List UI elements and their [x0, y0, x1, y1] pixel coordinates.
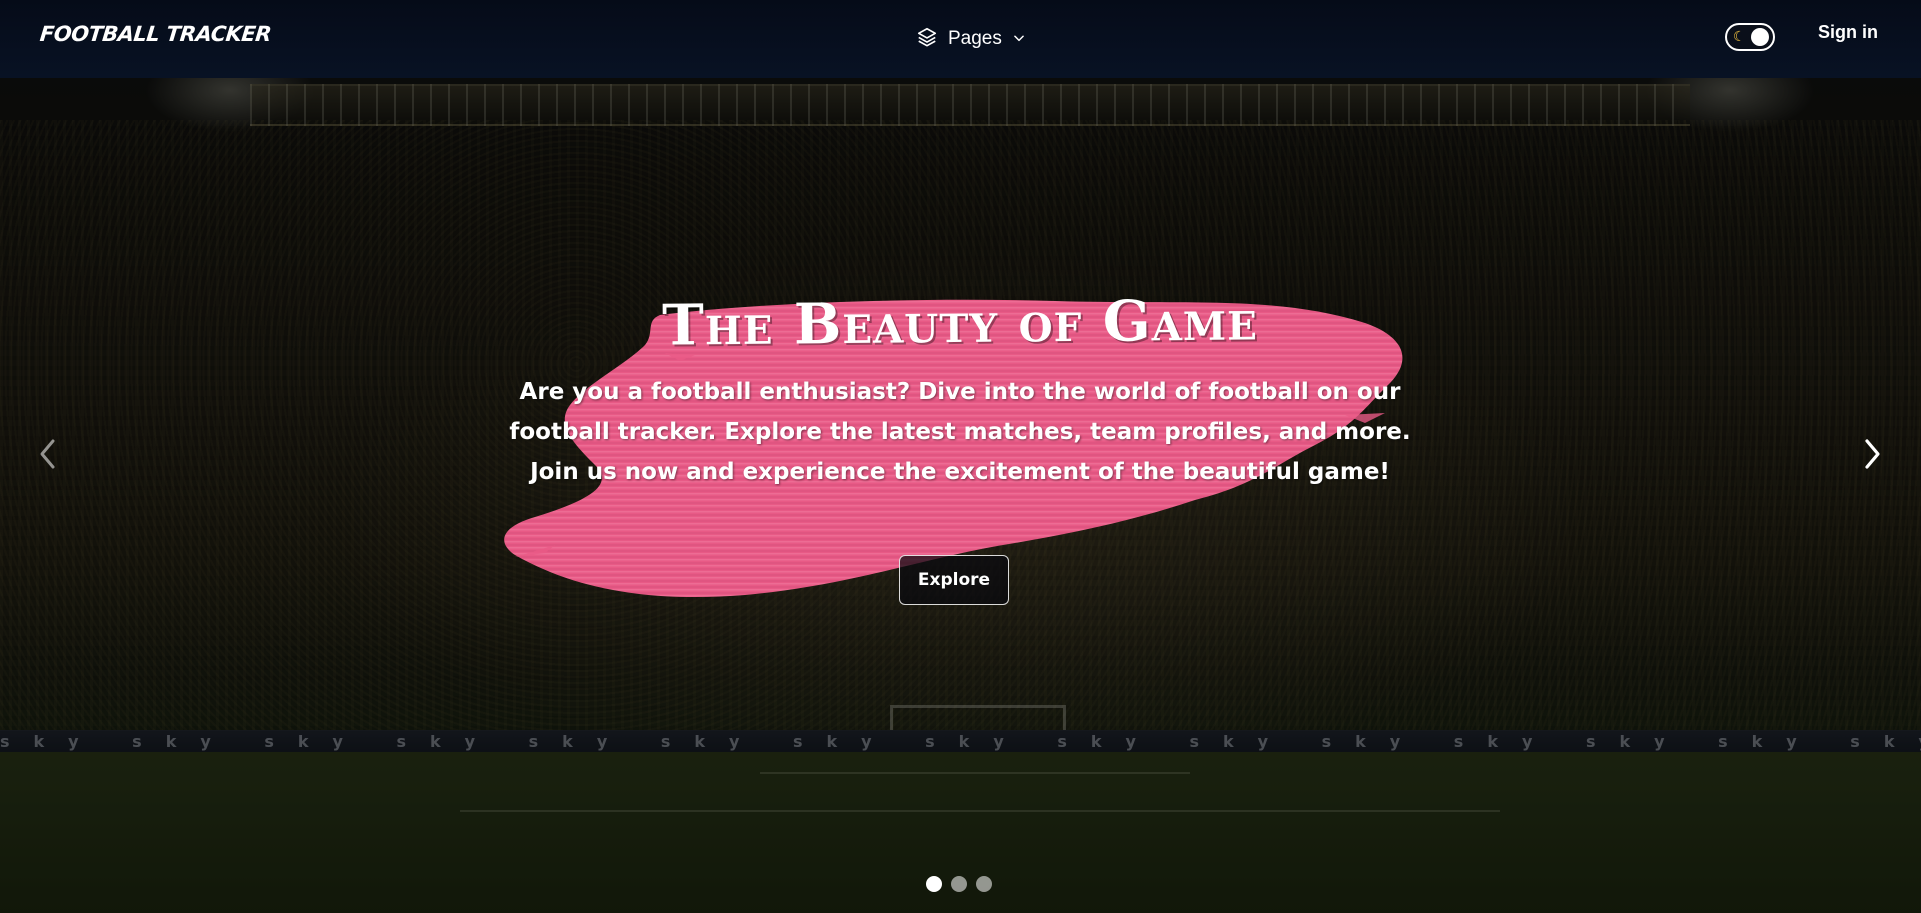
carousel-indicators [926, 876, 992, 892]
navbar: FOOTBALL TRACKER Pages ☾ Sign in [0, 0, 1921, 78]
hero-description: Are you a football enthusiast? Dive into… [509, 379, 1411, 485]
hero-title: The Beauty of Game [661, 287, 1259, 359]
theme-toggle[interactable]: ☾ [1725, 23, 1775, 51]
carousel-next-button[interactable] [1854, 438, 1890, 474]
pages-dropdown[interactable]: Pages [916, 24, 1026, 54]
moon-icon: ☾ [1733, 29, 1746, 45]
page: sky sky sky sky sky sky sky sky sky sky … [0, 0, 1921, 913]
carousel-indicator-2[interactable] [951, 876, 967, 892]
toggle-knob [1751, 28, 1769, 46]
chevron-right-icon [1861, 437, 1883, 475]
sign-in-link[interactable]: Sign in [1818, 22, 1878, 43]
carousel-prev-button[interactable] [30, 438, 66, 474]
carousel-indicator-3[interactable] [976, 876, 992, 892]
layers-icon [916, 26, 938, 52]
brand-logo[interactable]: FOOTBALL TRACKER [39, 22, 273, 46]
chevron-left-icon [37, 437, 59, 475]
carousel-indicator-1[interactable] [926, 876, 942, 892]
chevron-down-icon [1012, 30, 1026, 49]
explore-button[interactable]: Explore [899, 555, 1009, 605]
pages-dropdown-label: Pages [948, 28, 1002, 49]
